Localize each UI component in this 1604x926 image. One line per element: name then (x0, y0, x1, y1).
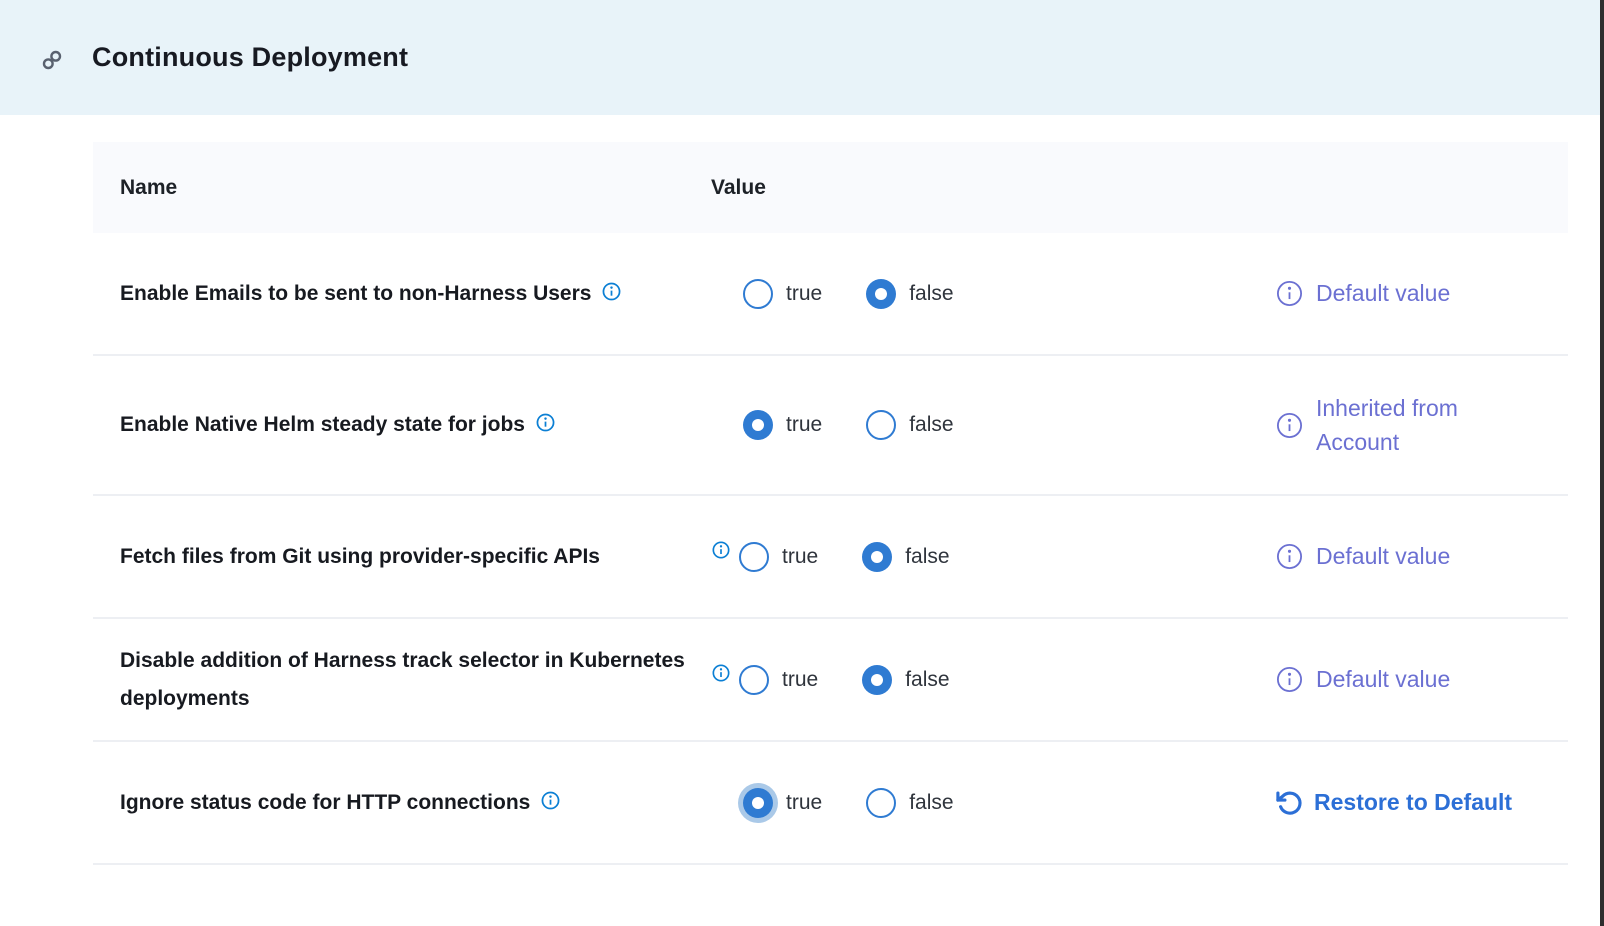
setting-value: true false (711, 410, 1263, 440)
setting-value: true false (711, 540, 1263, 574)
radio-circle (862, 542, 892, 572)
setting-status: Inherited from Account (1263, 391, 1568, 460)
radio-circle (739, 542, 769, 572)
column-header-value: Value (711, 176, 1263, 200)
radio-true[interactable]: true (739, 542, 818, 572)
setting-status: Restore to Default (1263, 789, 1568, 817)
settings-row: Disable addition of Harness track select… (93, 619, 1568, 742)
inherited-from-account-badge: Inherited from Account (1275, 391, 1531, 460)
info-icon[interactable] (711, 663, 731, 683)
info-icon[interactable] (540, 790, 561, 811)
info-icon[interactable] (711, 540, 731, 560)
settings-row: Enable Emails to be sent to non-Harness … (93, 233, 1568, 356)
info-icon[interactable] (535, 412, 556, 433)
radio-false[interactable]: false (866, 788, 953, 818)
setting-value: true false (711, 279, 1263, 309)
radio-group: true false (743, 279, 998, 309)
radio-group: true false (739, 665, 994, 695)
default-value-badge: Default value (1275, 276, 1450, 311)
info-circle-icon[interactable] (1275, 279, 1304, 308)
setting-status: Default value (1263, 662, 1568, 697)
radio-circle (739, 665, 769, 695)
radio-circle (866, 279, 896, 309)
column-header-name: Name (93, 176, 711, 200)
screen-right-edge (1600, 0, 1604, 926)
setting-status: Default value (1263, 276, 1568, 311)
radio-false[interactable]: false (862, 542, 949, 572)
radio-true[interactable]: true (743, 410, 822, 440)
radio-true[interactable]: true (743, 279, 822, 309)
settings-row: Ignore status code for HTTP connections … (93, 742, 1568, 865)
radio-true[interactable]: true (739, 665, 818, 695)
radio-group: true false (739, 542, 994, 572)
table-header-row: Name Value (93, 142, 1568, 233)
radio-circle (866, 410, 896, 440)
settings-row: Fetch files from Git using provider-spec… (93, 496, 1568, 619)
settings-table: Name Value Enable Emails to be sent to n… (93, 142, 1568, 865)
setting-value: true false (711, 663, 1263, 697)
radio-true[interactable]: true (743, 788, 822, 818)
radio-false[interactable]: false (866, 410, 953, 440)
setting-status: Default value (1263, 539, 1568, 574)
radio-circle (862, 665, 892, 695)
radio-group: true false (743, 788, 998, 818)
radio-circle (743, 788, 773, 818)
radio-circle (866, 788, 896, 818)
section-header: Continuous Deployment (0, 0, 1604, 115)
setting-name: Fetch files from Git using provider-spec… (93, 538, 711, 576)
radio-group: true false (743, 410, 998, 440)
radio-false[interactable]: false (862, 665, 949, 695)
info-circle-icon[interactable] (1275, 665, 1304, 694)
info-icon[interactable] (601, 281, 622, 302)
settings-row: Enable Native Helm steady state for jobs… (93, 356, 1568, 496)
chain-link-icon[interactable] (40, 48, 64, 72)
default-value-badge: Default value (1275, 662, 1450, 697)
restore-icon (1275, 789, 1303, 817)
setting-name: Enable Native Helm steady state for jobs (93, 406, 711, 444)
setting-name: Disable addition of Harness track select… (93, 642, 711, 718)
page-title: Continuous Deployment (92, 42, 408, 73)
setting-name: Ignore status code for HTTP connections (93, 784, 711, 822)
default-value-badge: Default value (1275, 539, 1450, 574)
info-circle-icon[interactable] (1275, 542, 1304, 571)
setting-value: true false (711, 788, 1263, 818)
restore-to-default-button[interactable]: Restore to Default (1275, 789, 1512, 817)
radio-circle (743, 279, 773, 309)
radio-false[interactable]: false (866, 279, 953, 309)
info-circle-icon[interactable] (1275, 411, 1304, 440)
radio-circle (743, 410, 773, 440)
setting-name: Enable Emails to be sent to non-Harness … (93, 275, 711, 313)
